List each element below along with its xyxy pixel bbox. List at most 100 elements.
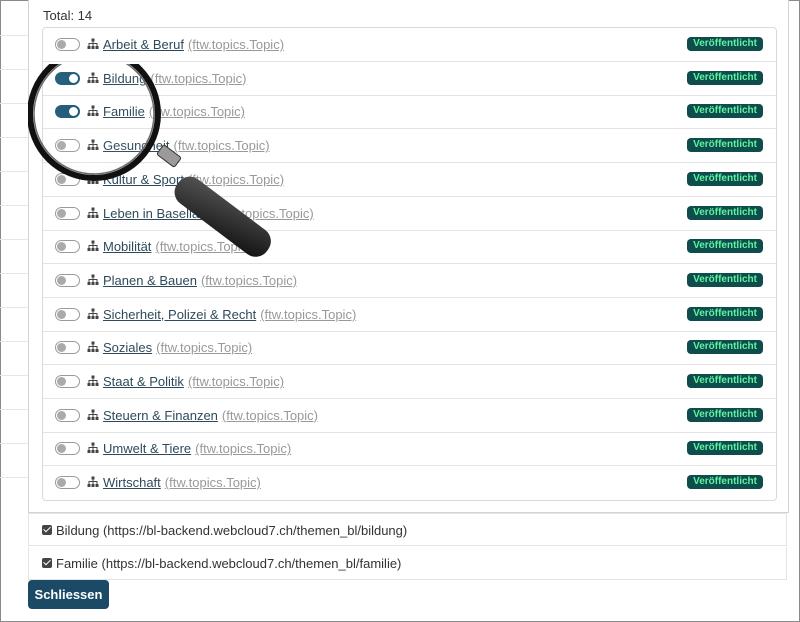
topic-label: Steuern & Finanzen (ftw.topics.Topic) (103, 408, 318, 423)
status-badge: Veröffentlicht (687, 272, 763, 287)
topic-title-link[interactable]: Planen & Bauen (103, 273, 197, 288)
status-badge: Veröffentlicht (687, 37, 763, 51)
select-toggle[interactable] (55, 375, 80, 388)
sitemap-icon (87, 207, 99, 218)
topic-type: (ftw.topics.Topic) (156, 340, 253, 356)
topic-type: (ftw.topics.Topic) (195, 441, 292, 457)
select-toggle[interactable] (55, 172, 80, 186)
topic-type: (ftw.topics.Topic) (217, 205, 314, 221)
sitemap-icon (87, 173, 99, 184)
toggle-knob (57, 478, 66, 488)
topic-row: Bildung (ftw.topics.Topic) Veröffentlicht (43, 62, 776, 96)
status-badge: Veröffentlicht (687, 239, 763, 254)
status-badge: Veröffentlicht (687, 340, 763, 355)
topic-title-link[interactable]: Gesundheit (103, 138, 170, 153)
topic-title-link[interactable]: Staat & Politik (103, 374, 184, 389)
topic-row: Leben in Baselland (ftw.topics.Topic) Verö… (43, 197, 776, 231)
toggle-knob (57, 174, 66, 184)
topic-title-link[interactable]: Familie (103, 104, 145, 119)
status-badge: Veröffentlicht (687, 441, 763, 456)
sitemap-icon (87, 240, 99, 252)
topic-type: (ftw.topics.Topic) (155, 239, 252, 255)
select-toggle[interactable] (55, 105, 80, 119)
status-badge: Veröffentlicht (687, 205, 763, 220)
select-toggle[interactable] (55, 38, 80, 51)
topic-title-link[interactable]: Sicherheit, Polizei & Recht (103, 307, 256, 322)
topic-label: Umwelt & Tiere (ftw.topics.Topic) (103, 441, 291, 456)
topic-row: Planen & Bauen (ftw.topics.Topic) Veröffen… (43, 264, 776, 298)
toggle-knob (57, 242, 66, 252)
topic-title-link[interactable]: Steuern & Finanzen (103, 408, 218, 423)
topic-title-link[interactable]: Bildung (103, 71, 146, 86)
topic-type: (ftw.topics.Topic) (260, 306, 357, 322)
topic-title-link[interactable]: Wirtschaft (103, 475, 161, 490)
select-toggle[interactable] (55, 273, 80, 287)
topic-row: Arbeit & Beruf (ftw.topics.Topic) Veröffen… (43, 28, 776, 62)
close-button[interactable]: Schliessen (28, 580, 109, 609)
select-toggle[interactable] (55, 206, 80, 220)
selected-item-label: Familie (https://bl-backend.webcloud7.ch… (56, 556, 402, 571)
selected-checkbox[interactable] (42, 558, 52, 568)
topic-label: Sicherheit, Polizei & Recht (ftw.topics.T… (103, 307, 356, 322)
topic-title-link[interactable]: Soziales (103, 340, 152, 355)
toggle-knob (57, 309, 66, 319)
topic-browser-panel: Total: 14 Arbeit & Beruf (ftw.topics.Topi… (28, 0, 789, 513)
topic-title-link[interactable]: Mobilität (103, 239, 151, 254)
topic-type: (ftw.topics.Topic) (187, 37, 285, 52)
topic-type: (ftw.topics.Topic) (164, 475, 261, 491)
sitemap-icon (87, 341, 99, 353)
sitemap-icon (87, 139, 99, 151)
topic-label: Mobilität (ftw.topics.Topic) (103, 239, 252, 254)
sitemap-icon (87, 72, 99, 83)
select-toggle[interactable] (55, 341, 80, 355)
topic-label: Leben in Baselland (ftw.topics.Topic) (103, 206, 314, 221)
status-badge: Veröffentlicht (687, 306, 763, 321)
toggle-knob (57, 40, 66, 49)
sitemap-icon (87, 274, 99, 285)
topic-type: (ftw.topics.Topic) (173, 138, 270, 154)
status-badge: Veröffentlicht (687, 171, 763, 186)
topic-row: Umwelt & Tiere (ftw.topics.Topic) Veröffen… (43, 432, 776, 467)
topic-type: (ftw.topics.Topic) (221, 407, 318, 423)
select-toggle[interactable] (55, 442, 80, 456)
select-toggle[interactable] (55, 240, 80, 254)
selected-item: Familie (https://bl-backend.webcloud7.ch… (28, 547, 787, 580)
topic-row: Mobilität (ftw.topics.Topic) Veröffentlich… (43, 230, 776, 265)
topic-list: Arbeit & Beruf (ftw.topics.Topic) Veröffen… (42, 27, 777, 501)
toggle-knob (57, 410, 66, 420)
topic-title-link[interactable]: Kultur & Sport (103, 172, 184, 187)
toggle-knob (69, 73, 78, 83)
select-toggle[interactable] (55, 307, 80, 321)
selected-checkbox[interactable] (42, 525, 52, 535)
toggle-knob (69, 107, 78, 117)
topic-row: Familie (ftw.topics.Topic) Veröffentlicht (43, 95, 776, 130)
topic-label: Wirtschaft (ftw.topics.Topic) (103, 475, 261, 490)
topic-type: (ftw.topics.Topic) (187, 171, 285, 187)
topic-title-link[interactable]: Umwelt & Tiere (103, 441, 191, 456)
select-toggle[interactable] (55, 408, 80, 422)
toggle-knob (57, 208, 66, 218)
sitemap-icon (87, 409, 99, 420)
select-toggle[interactable] (55, 71, 80, 85)
topic-title-link[interactable]: Arbeit & Beruf (103, 37, 184, 52)
toggle-knob (57, 141, 66, 151)
topic-label: Kultur & Sport (ftw.topics.Topic) (103, 172, 284, 187)
status-badge: Veröffentlicht (687, 374, 763, 388)
select-toggle[interactable] (55, 139, 80, 153)
topic-label: Staat & Politik (ftw.topics.Topic) (103, 374, 284, 389)
topic-label: Arbeit & Beruf (ftw.topics.Topic) (103, 37, 284, 52)
topic-label: Soziales (ftw.topics.Topic) (103, 340, 252, 355)
selected-item-label: Bildung (https://bl-backend.webcloud7.ch… (56, 523, 408, 538)
status-badge: Veröffentlicht (687, 407, 763, 422)
topic-row: Soziales (ftw.topics.Topic) Veröffentlicht (43, 331, 776, 366)
topic-row: Kultur & Sport (ftw.topics.Topic) Veröffen… (43, 163, 776, 197)
topic-row: Staat & Politik (ftw.topics.Topic) Veröffe… (43, 365, 776, 399)
topic-title-link[interactable]: Leben in Baselland (103, 206, 214, 221)
topic-row: Gesundheit (ftw.topics.Topic) Veröffentlic… (43, 129, 776, 164)
topic-row: Wirtschaft (ftw.topics.Topic) Veröffentlic… (43, 466, 776, 500)
topic-type: (ftw.topics.Topic) (187, 374, 285, 389)
sitemap-icon (87, 105, 99, 117)
sitemap-icon (87, 308, 99, 319)
select-toggle[interactable] (55, 476, 80, 490)
status-badge: Veröffentlicht (687, 475, 763, 490)
